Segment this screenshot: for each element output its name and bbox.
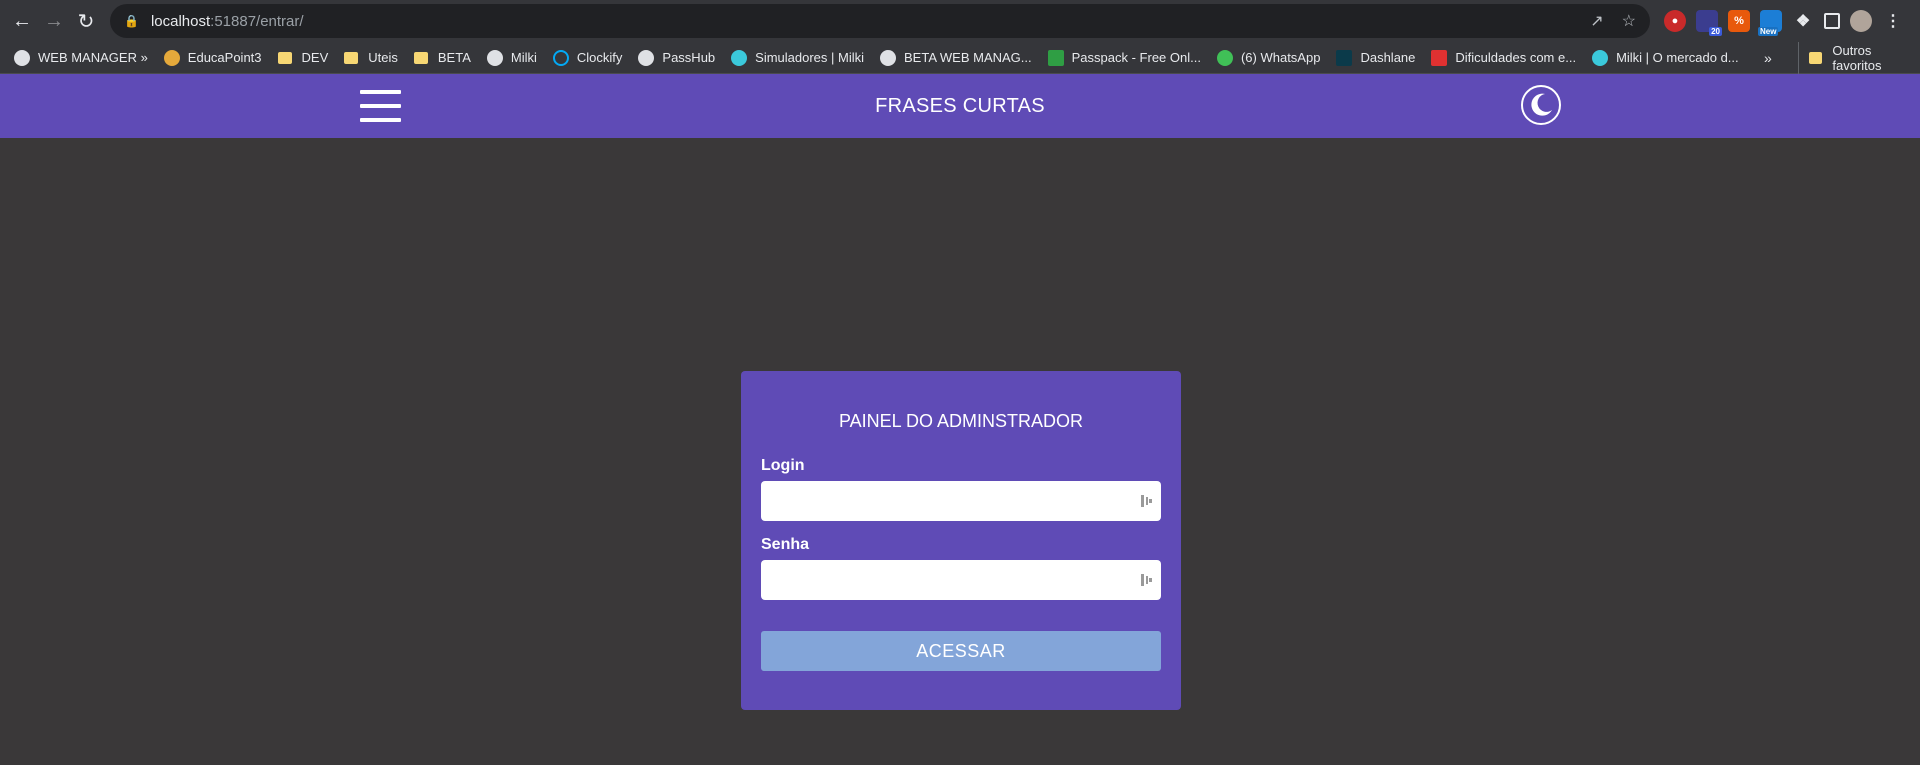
bookmarks-bar: WEB MANAGER » EducaPoint3 DEV Uteis BETA… bbox=[0, 42, 1920, 74]
bookmark-dev[interactable]: DEV bbox=[277, 50, 328, 65]
moon-icon bbox=[1531, 93, 1552, 116]
login-card: PAINEL DO ADMINSTRADOR Login Senha ACESS… bbox=[741, 371, 1181, 710]
bookmark-educapoint3[interactable]: EducaPoint3 bbox=[163, 49, 262, 66]
password-input[interactable] bbox=[761, 560, 1161, 600]
password-manager-icon[interactable] bbox=[1141, 572, 1153, 588]
browser-toolbar: ← → ↻ 🔒 localhost:51887/entrar/ ↗ ☆ ● 20… bbox=[0, 0, 1920, 42]
dashlane-icon bbox=[1336, 49, 1353, 66]
milki-icon bbox=[1592, 49, 1609, 66]
reload-icon[interactable]: ↻ bbox=[70, 5, 102, 37]
folder-icon bbox=[1809, 52, 1823, 64]
bookmark-whatsapp[interactable]: (6) WhatsApp bbox=[1216, 49, 1320, 66]
star-icon[interactable]: ☆ bbox=[1622, 11, 1636, 31]
other-bookmarks[interactable]: Outros favoritos bbox=[1798, 42, 1920, 74]
login-submit-button[interactable]: ACESSAR bbox=[761, 631, 1161, 671]
extension-new-icon[interactable]: New bbox=[1758, 10, 1782, 36]
bookmark-dificuldades[interactable]: Dificuldades com e... bbox=[1431, 49, 1576, 66]
profile-avatar[interactable] bbox=[1850, 10, 1872, 32]
bookmark-icon bbox=[1431, 49, 1448, 66]
puzzle-icon[interactable]: ❖ bbox=[1792, 10, 1814, 32]
bookmark-clockify[interactable]: Clockify bbox=[552, 49, 622, 66]
extension-red-icon[interactable]: ● bbox=[1664, 10, 1686, 32]
extension-orange-icon[interactable]: % bbox=[1728, 10, 1750, 32]
side-panel-icon[interactable] bbox=[1824, 13, 1840, 29]
bookmark-web-manager[interactable]: WEB MANAGER » bbox=[14, 49, 148, 66]
extension-new-badge: New bbox=[1758, 27, 1779, 36]
milki-icon bbox=[731, 49, 748, 66]
share-icon[interactable]: ↗ bbox=[1590, 11, 1603, 31]
educapoint-icon bbox=[163, 49, 180, 66]
clockify-icon bbox=[552, 49, 569, 66]
url-host: localhost bbox=[150, 12, 211, 30]
bookmark-dashlane[interactable]: Dashlane bbox=[1336, 49, 1415, 66]
bookmark-passhub[interactable]: PassHub bbox=[638, 49, 715, 66]
bookmark-uteis[interactable]: Uteis bbox=[344, 50, 398, 65]
bookmark-beta[interactable]: BETA bbox=[413, 50, 471, 65]
app-header: FRASES CURTAS bbox=[0, 74, 1920, 138]
back-icon[interactable]: ← bbox=[6, 5, 38, 37]
extension-badge-count: 20 bbox=[1709, 27, 1722, 36]
globe-icon bbox=[14, 49, 30, 66]
dark-mode-toggle[interactable] bbox=[1521, 85, 1561, 125]
globe-icon bbox=[638, 49, 655, 66]
globe-icon bbox=[880, 49, 897, 66]
login-label: Login bbox=[761, 457, 805, 474]
folder-icon bbox=[277, 51, 292, 64]
globe-icon bbox=[486, 49, 503, 66]
page-title: FRASES CURTAS bbox=[875, 95, 1045, 117]
url-path: :51887/entrar/ bbox=[210, 12, 304, 30]
login-input[interactable] bbox=[761, 481, 1161, 521]
bookmarks-overflow-button[interactable]: » bbox=[1764, 42, 1772, 74]
forward-icon[interactable]: → bbox=[38, 5, 70, 37]
bookmark-passpack[interactable]: Passpack - Free Onl... bbox=[1047, 49, 1201, 66]
bookmark-milki-mercado[interactable]: Milki | O mercado d... bbox=[1592, 49, 1739, 66]
folder-icon bbox=[344, 51, 359, 64]
password-manager-icon[interactable] bbox=[1141, 493, 1153, 509]
folder-icon bbox=[413, 51, 428, 64]
bookmark-beta-web-manager[interactable]: BETA WEB MANAG... bbox=[880, 49, 1032, 66]
extension-badge-icon[interactable]: 20 bbox=[1696, 10, 1722, 36]
address-bar[interactable]: 🔒 localhost:51887/entrar/ ↗ ☆ bbox=[110, 4, 1650, 38]
passpack-icon bbox=[1047, 49, 1064, 66]
login-title: PAINEL DO ADMINSTRADOR bbox=[838, 411, 1084, 431]
bookmark-milki[interactable]: Milki bbox=[486, 49, 537, 66]
menu-kebab-icon[interactable]: ⋮ bbox=[1882, 10, 1904, 32]
lock-icon: 🔒 bbox=[124, 14, 139, 28]
whatsapp-icon bbox=[1216, 49, 1233, 66]
bookmark-simuladores-milki[interactable]: Simuladores | Milki bbox=[731, 49, 864, 66]
password-label: Senha bbox=[761, 536, 810, 553]
